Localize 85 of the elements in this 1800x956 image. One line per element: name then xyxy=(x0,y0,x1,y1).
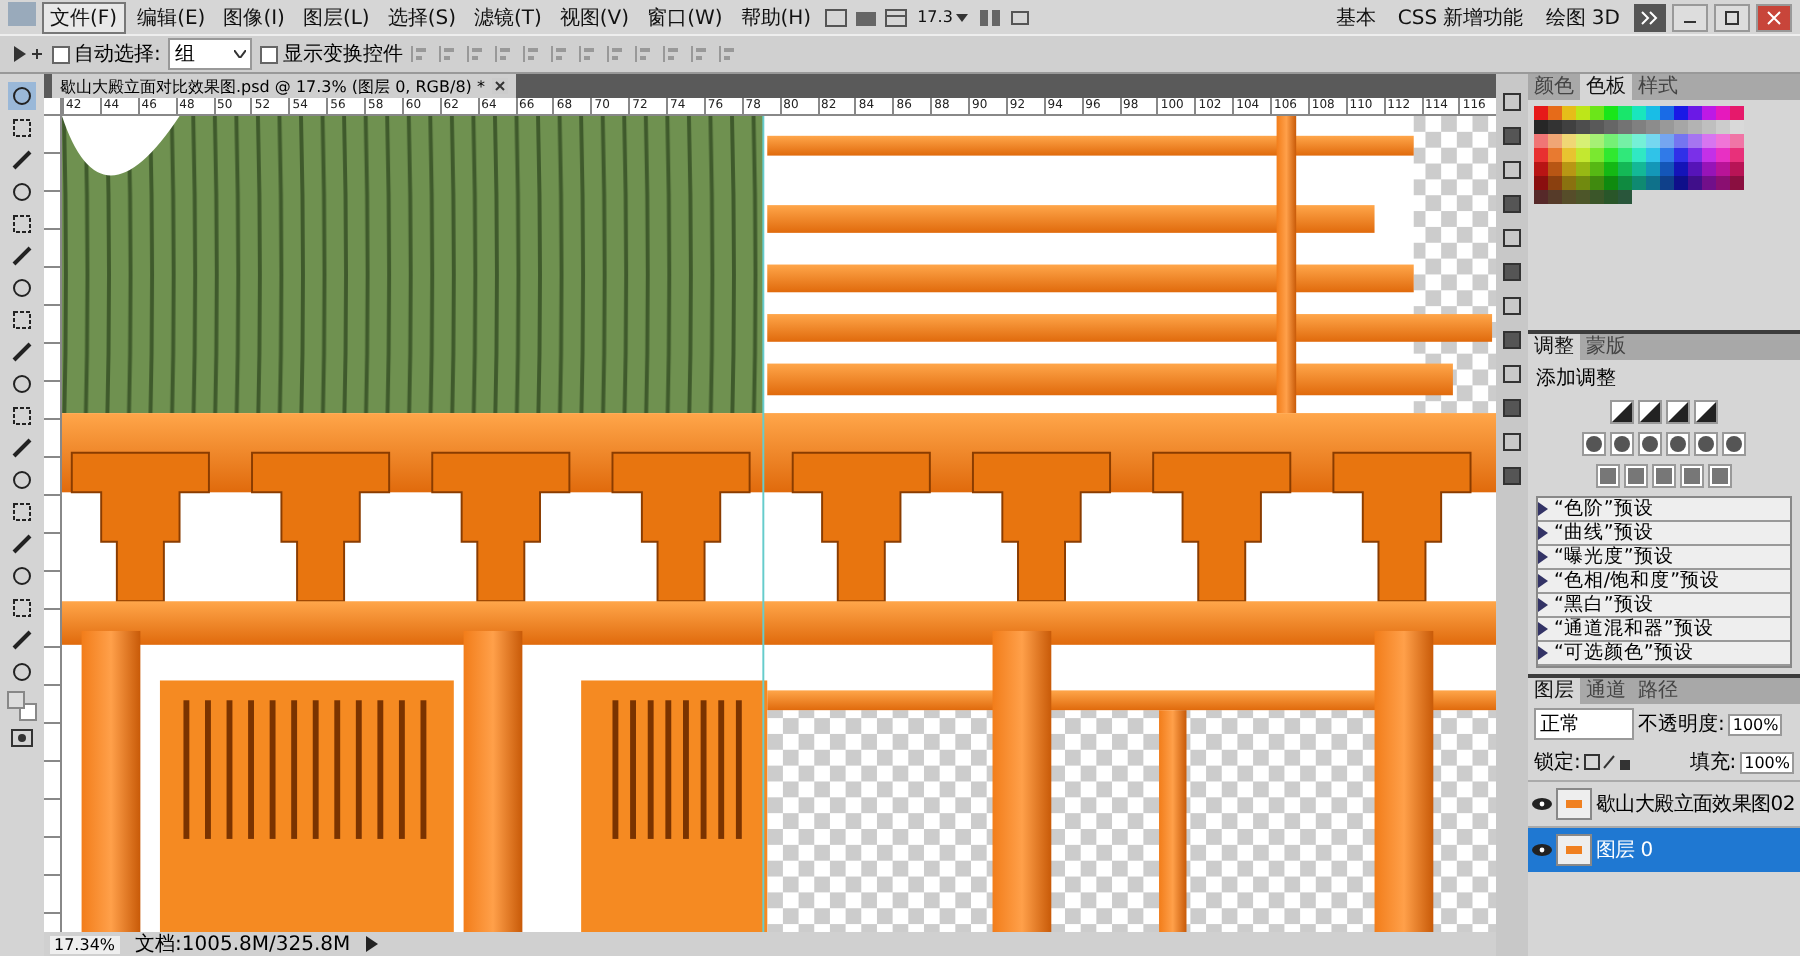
eye-icon[interactable] xyxy=(1532,844,1552,856)
menu-item[interactable]: 滤镜(T) xyxy=(467,3,548,31)
adjustment-icon[interactable] xyxy=(1694,400,1718,424)
panel-icon[interactable] xyxy=(1500,226,1524,250)
restore-button[interactable] xyxy=(1714,3,1750,31)
close-button[interactable] xyxy=(1756,3,1792,31)
quick-mask-icon[interactable] xyxy=(8,726,36,750)
menu-item[interactable]: 图像(I) xyxy=(217,3,291,31)
adjustment-icon[interactable] xyxy=(1610,400,1634,424)
menu-item[interactable]: 窗口(W) xyxy=(641,3,729,31)
panel-icon[interactable] xyxy=(1500,328,1524,352)
layer-thumbnail xyxy=(1556,834,1592,866)
caret-icon xyxy=(234,50,247,58)
panel-icon[interactable] xyxy=(1500,124,1524,148)
opacity-field[interactable]: 100% xyxy=(1728,713,1783,735)
opacity-label: 不透明度: xyxy=(1638,711,1725,738)
adjustment-icon[interactable] xyxy=(1694,432,1718,456)
preset-item[interactable]: “可选颜色”预设 xyxy=(1538,642,1790,666)
auto-select-checkbox[interactable]: 自动选择: xyxy=(52,40,161,68)
adjustment-icon[interactable] xyxy=(1582,432,1606,456)
blend-mode-dropdown[interactable]: 正常 xyxy=(1534,708,1634,740)
panel-tab[interactable]: 图层 xyxy=(1528,678,1580,704)
layer-row[interactable]: 图层 0 xyxy=(1528,826,1800,872)
panel-tab[interactable]: 蒙版 xyxy=(1580,334,1632,360)
menu-item[interactable]: 选择(S) xyxy=(381,3,462,31)
preset-item[interactable]: “通道混和器”预设 xyxy=(1538,618,1790,642)
panel-icon[interactable] xyxy=(1500,464,1524,488)
fill-field[interactable]: 100% xyxy=(1740,751,1794,773)
menu-item[interactable]: 图层(L) xyxy=(296,3,376,31)
document-tab[interactable]: 歇山大殿立面对比效果图.psd @ 17.3% (图层 0, RGB/8) * xyxy=(52,74,517,98)
lock-icon[interactable] xyxy=(1584,754,1633,770)
document-size-text: 文档:1005.8M/325.8M xyxy=(135,931,351,956)
layer-name: 图层 0 xyxy=(1596,838,1653,864)
zoom-percentage-field[interactable]: 17.34% xyxy=(50,935,120,953)
panel-icon[interactable] xyxy=(1500,90,1524,114)
arrange-icon[interactable] xyxy=(978,7,1003,27)
panel-tab[interactable]: 通道 xyxy=(1580,678,1632,704)
panel-icon[interactable] xyxy=(1500,294,1524,318)
auto-select-dropdown[interactable]: 组 xyxy=(168,38,253,70)
preset-item[interactable]: “黑白”预设 xyxy=(1538,594,1790,618)
panel-title: 添加调整 xyxy=(1534,365,1618,394)
eye-icon[interactable] xyxy=(1532,798,1552,810)
fill-label: 填充: xyxy=(1689,749,1737,776)
workspace-button[interactable]: 基本 xyxy=(1327,3,1384,31)
menu-item[interactable]: 视图(V) xyxy=(553,3,636,31)
panel-icon[interactable] xyxy=(1500,430,1524,454)
panel-tab[interactable]: 路径 xyxy=(1632,678,1684,704)
caret-icon xyxy=(956,13,969,21)
menu-item[interactable]: 文件(F) xyxy=(42,1,126,33)
preset-item[interactable]: “曲线”预设 xyxy=(1538,522,1790,546)
panel-icon[interactable] xyxy=(1500,362,1524,386)
panel-icon[interactable] xyxy=(1500,396,1524,420)
marquee-tool-icon[interactable] xyxy=(8,114,36,142)
panel-tab[interactable]: 色板 xyxy=(1580,74,1632,100)
preset-item[interactable]: “色相/饱和度”预设 xyxy=(1538,570,1790,594)
panel-tab[interactable]: 调整 xyxy=(1528,334,1580,360)
adjustment-icon[interactable] xyxy=(1666,400,1690,424)
status-menu-icon[interactable] xyxy=(366,936,379,952)
lock-label: 锁定: xyxy=(1534,749,1581,776)
close-icon xyxy=(1764,9,1784,25)
panel-icon[interactable] xyxy=(1500,192,1524,216)
layer-thumbnail xyxy=(1556,788,1592,820)
more-workspaces-icon[interactable] xyxy=(1634,3,1666,31)
restore-icon xyxy=(1722,9,1742,25)
preset-item[interactable]: “色阶”预设 xyxy=(1538,498,1790,522)
close-tab-icon[interactable] xyxy=(492,78,509,94)
menu-item[interactable]: 编辑(E) xyxy=(131,3,212,31)
preset-item[interactable]: “曝光度”预设 xyxy=(1538,546,1790,570)
panel-icon[interactable] xyxy=(1500,260,1524,284)
panel-tab[interactable]: 样式 xyxy=(1632,74,1684,100)
adjustment-icon[interactable] xyxy=(1610,432,1634,456)
layer-name: 歇山大殿立面效果图02 xyxy=(1596,791,1795,818)
adjustment-icon[interactable] xyxy=(1638,400,1662,424)
zoom-level-dropdown[interactable]: 17.3 xyxy=(913,8,973,26)
panel-icon[interactable] xyxy=(1500,158,1524,182)
workspace-button[interactable]: 绘图 3D xyxy=(1537,3,1628,31)
adjustment-icon[interactable] xyxy=(1722,432,1746,456)
color-swatches-icon[interactable] xyxy=(6,690,38,722)
menu-item[interactable]: 帮助(H) xyxy=(734,3,818,31)
panel-tab[interactable]: 颜色 xyxy=(1528,74,1580,100)
minimize-button[interactable] xyxy=(1672,3,1708,31)
workspace-button[interactable]: CSS 新增功能 xyxy=(1389,3,1532,31)
adjustment-icon[interactable] xyxy=(1666,432,1690,456)
adjustment-icon[interactable] xyxy=(1638,432,1662,456)
show-transform-checkbox[interactable]: 显示变换控件 xyxy=(260,40,403,68)
